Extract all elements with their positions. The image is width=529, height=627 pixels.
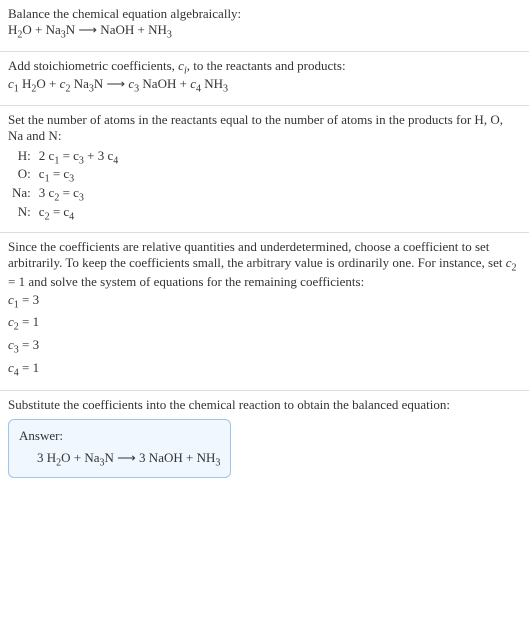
txt: N ⟶ NaOH + NH [66, 22, 167, 37]
coeff-value: c1 = 3 [8, 290, 521, 313]
element-label: N: [8, 204, 35, 223]
val: = 3 [19, 292, 39, 307]
txt: N ⟶ [94, 76, 129, 91]
txt: , to the reactants and products: [187, 58, 346, 73]
answer-label: Answer: [19, 428, 220, 444]
section-coefficients: Add stoichiometric coefficients, ci, to … [0, 52, 529, 106]
sub: 2 [512, 263, 517, 274]
atom-balance-intro: Set the number of atoms in the reactants… [8, 112, 521, 144]
answer-intro: Substitute the coefficients into the che… [8, 397, 521, 413]
sub: 3 [69, 174, 74, 185]
table-row: Na: 3 c2 = c3 [8, 185, 122, 204]
atom-equation: 3 c2 = c3 [35, 185, 123, 204]
atom-equation: c1 = c3 [35, 166, 123, 185]
txt: Add stoichiometric coefficients, [8, 58, 178, 73]
sub: 3 [215, 458, 220, 469]
sub: 4 [113, 155, 118, 166]
section-solve: Since the coefficients are relative quan… [0, 233, 529, 391]
atom-balance-table: H: 2 c1 = c3 + 3 c4 O: c1 = c3 Na: 3 c2 … [8, 148, 122, 222]
txt: = c [59, 148, 79, 163]
txt: O + Na [61, 450, 99, 465]
sub: 4 [69, 211, 74, 222]
element-label: O: [8, 166, 35, 185]
val: = 1 [19, 360, 39, 375]
txt: = c [50, 166, 70, 181]
txt: O + [36, 76, 59, 91]
balanced-equation: 3 H2O + Na3N ⟶ 3 NaOH + NH3 [19, 450, 220, 469]
equation-with-coeffs: c1 H2O + c2 Na3N ⟶ c3 NaOH + c4 NH3 [8, 76, 521, 95]
section-atom-balance: Set the number of atoms in the reactants… [0, 106, 529, 233]
val: = 3 [19, 337, 39, 352]
sub: 3 [167, 30, 172, 41]
txt: 2 c [39, 148, 55, 163]
coeff-intro: Add stoichiometric coefficients, ci, to … [8, 58, 521, 77]
solve-intro: Since the coefficients are relative quan… [8, 239, 521, 290]
txt: + 3 c [84, 148, 113, 163]
txt: 3 H [37, 450, 56, 465]
answer-box: Answer: 3 H2O + Na3N ⟶ 3 NaOH + NH3 [8, 419, 231, 478]
table-row: H: 2 c1 = c3 + 3 c4 [8, 148, 122, 167]
atom-equation: c2 = c4 [35, 204, 123, 223]
problem-statement: Balance the chemical equation algebraica… [8, 6, 521, 22]
sub: 3 [223, 84, 228, 95]
txt: 3 c [39, 185, 55, 200]
table-row: O: c1 = c3 [8, 166, 122, 185]
section-problem: Balance the chemical equation algebraica… [0, 0, 529, 52]
atom-equation: 2 c1 = c3 + 3 c4 [35, 148, 123, 167]
txt: = 1 and solve the system of equations fo… [8, 274, 364, 289]
table-row: N: c2 = c4 [8, 204, 122, 223]
coeff-value: c4 = 1 [8, 358, 521, 381]
txt: N ⟶ 3 NaOH + NH [105, 450, 216, 465]
txt: H [19, 76, 32, 91]
coeff-value: c3 = 3 [8, 335, 521, 358]
txt: Na [70, 76, 88, 91]
txt: NH [201, 76, 223, 91]
sub: 3 [79, 193, 84, 204]
coeff-value: c2 = 1 [8, 312, 521, 335]
txt: = c [59, 185, 79, 200]
txt: NaOH + [139, 76, 190, 91]
element-label: H: [8, 148, 35, 167]
txt: Since the coefficients are relative quan… [8, 239, 506, 270]
val: = 1 [19, 314, 39, 329]
section-answer: Substitute the coefficients into the che… [0, 391, 529, 488]
txt: H [8, 22, 17, 37]
element-label: Na: [8, 185, 35, 204]
unbalanced-equation: H2O + Na3N ⟶ NaOH + NH3 [8, 22, 521, 41]
txt: O + Na [22, 22, 60, 37]
txt: = c [50, 204, 70, 219]
